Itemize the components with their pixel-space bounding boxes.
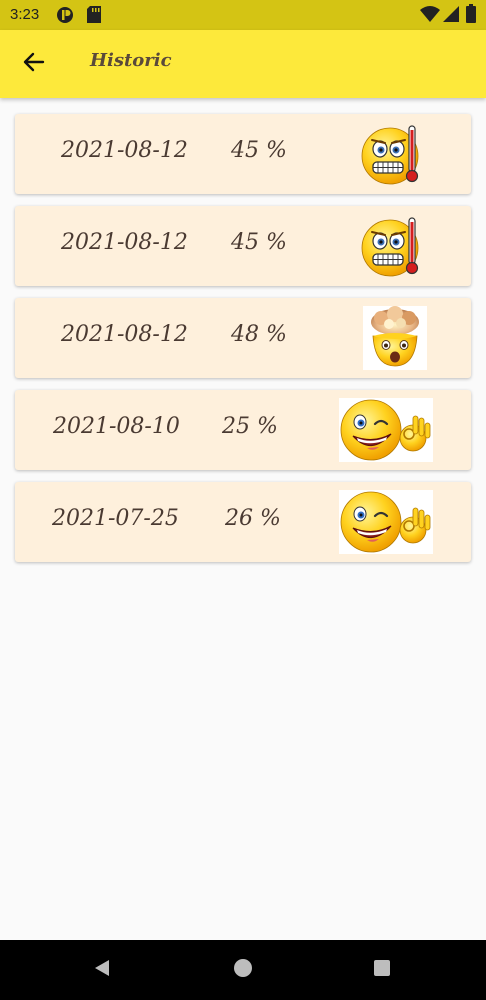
record-date: 2021-08-10 <box>53 414 180 439</box>
thermometer-face-emoji-icon <box>360 214 424 282</box>
record-date: 2021-08-12 <box>61 322 188 347</box>
page-title: Historic <box>90 50 172 71</box>
back-triangle-icon <box>92 958 112 982</box>
record-date: 2021-08-12 <box>61 230 188 255</box>
app-bar: Historic <box>0 30 486 98</box>
nav-recents-button[interactable] <box>370 958 394 982</box>
arrow-left-icon <box>23 51 45 77</box>
record-percent: 26 % <box>225 506 281 531</box>
winking-ok-emoji-icon <box>339 398 433 466</box>
signal-icon <box>443 6 459 26</box>
battery-icon <box>466 4 476 27</box>
back-button[interactable] <box>16 46 52 82</box>
nav-back-button[interactable] <box>90 958 114 982</box>
nav-home-button[interactable] <box>231 958 255 982</box>
record-percent: 25 % <box>222 414 278 439</box>
home-circle-icon <box>233 958 253 982</box>
list-item[interactable]: 2021-08-12 48 % <box>15 298 471 378</box>
record-percent: 48 % <box>231 322 287 347</box>
system-nav-bar <box>0 940 486 1000</box>
wifi-icon <box>420 6 440 26</box>
record-percent: 45 % <box>231 138 287 163</box>
exploding-head-emoji-icon <box>363 306 427 374</box>
list-item[interactable]: 2021-08-10 25 % <box>15 390 471 470</box>
thermometer-face-emoji-icon <box>360 122 424 190</box>
notification-icon <box>56 6 74 28</box>
sd-card-icon <box>87 6 101 27</box>
list-item[interactable]: 2021-08-12 45 % <box>15 114 471 194</box>
recents-square-icon <box>372 958 392 982</box>
record-date: 2021-08-12 <box>61 138 188 163</box>
historic-list: 2021-08-12 45 % 2021-08-12 45 % 2021-08-… <box>15 114 471 574</box>
status-time: 3:23 <box>10 6 40 23</box>
list-item[interactable]: 2021-07-25 26 % <box>15 482 471 562</box>
status-bar: 3:23 <box>0 0 486 30</box>
record-percent: 45 % <box>231 230 287 255</box>
winking-ok-emoji-icon <box>339 490 433 558</box>
list-item[interactable]: 2021-08-12 45 % <box>15 206 471 286</box>
record-date: 2021-07-25 <box>52 506 179 531</box>
